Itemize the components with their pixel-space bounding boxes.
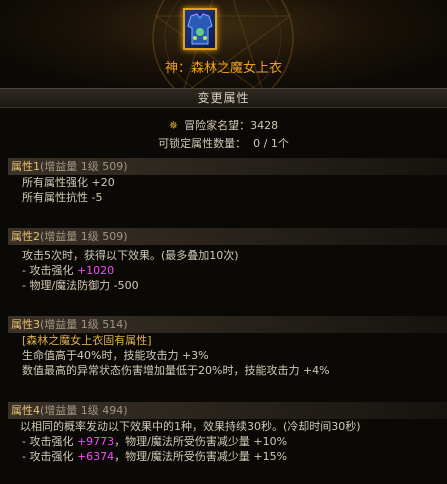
attribute-line: 数值最高的异常状态伤害增加量低于20%时，技能攻击力 +4% [22,364,330,377]
attribute-subtitle: (增益量 1级 494) [40,404,128,417]
attack-bonus-value: +1020 [76,264,115,277]
attribute-subtitle: (增益量 1级 509) [40,230,128,243]
attack-bonus-value: +6374 [76,450,115,463]
attribute-title: 属性1 [11,160,40,173]
attribute-line: - 物理/魔法防御力 -500 [22,279,139,292]
attribute-header[interactable]: 属性1(增益量 1级 509) [8,158,447,175]
lock-value: 0 / 1个 [253,137,289,150]
attribute-line: 生命值高于40%时，技能攻击力 +3% [22,349,209,362]
attribute-block-3[interactable]: 属性3(增益量 1级 514) [森林之魔女上衣固有属性] 生命值高于40%时，… [8,316,447,378]
attribute-line: - 攻击强化 +9773，物理/魔法所受伤害减少量 +10% [8,434,447,449]
attribute-line: 以相同的概率发动以下效果中的1种，效果持续30秒。(冷却时间30秒) [20,420,361,433]
lock-label: 可锁定属性数量： [158,137,247,150]
attribute-text: - 攻击强化 [22,264,77,277]
attribute-line: - 攻击强化 +1020 [8,263,447,278]
attribute-title: 属性4 [11,404,40,417]
attribute-block-2[interactable]: 属性2(增益量 1级 509) 攻击5次时，获得以下效果。(最多叠加10次) -… [8,228,447,293]
attribute-text: - 攻击强化 [22,450,77,463]
attribute-title: 属性3 [11,318,40,331]
item-name: 神：森林之魔女上衣 [164,61,282,76]
attribute-line: - 攻击强化 +6374，物理/魔法所受伤害减少量 +15% [8,449,447,464]
attribute-subtitle: (增益量 1级 509) [40,160,128,173]
attribute-block-4[interactable]: 属性4(增益量 1级 494) 以相同的概率发动以下效果中的1种，效果持续30秒… [8,402,447,464]
attribute-fixed-label: [森林之魔女上衣固有属性] [22,334,152,347]
attribute-subtitle: (增益量 1级 514) [40,318,128,331]
attribute-line: 所有属性强化 +20 [22,176,115,189]
attribute-line: 攻击5次时，获得以下效果。(最多叠加10次) [22,249,239,262]
rune-circle-decoration [152,0,294,90]
attribute-text: ，物理/魔法所受伤害减少量 +10% [114,435,288,448]
lock-count-row: 可锁定属性数量： 0 / 1个 [0,135,447,151]
attribute-header[interactable]: 属性2(增益量 1级 509) [8,228,447,245]
attribute-line: 所有属性抗性 -5 [22,191,103,204]
fame-icon: ✵ [168,119,179,132]
attribute-text: ，物理/魔法所受伤害减少量 +15% [114,450,288,463]
fame-label: 冒险家名望： [184,119,251,132]
attribute-header[interactable]: 属性3(增益量 1级 514) [8,316,447,333]
fame-row: ✵ 冒险家名望：3428 [0,117,447,133]
fame-value: 3428 [250,119,279,132]
item-header: 神：森林之魔女上衣 [0,0,447,90]
attribute-text: - 攻击强化 [22,435,77,448]
attribute-block-1[interactable]: 属性1(增益量 1级 509) 所有属性强化 +20 所有属性抗性 -5 [8,158,447,205]
attribute-title: 属性2 [11,230,40,243]
chest-armor-icon[interactable] [183,8,217,50]
section-title-bar: 变更属性 [0,88,447,108]
attack-bonus-value: +9773 [76,435,115,448]
attribute-header[interactable]: 属性4(增益量 1级 494) [8,402,447,419]
